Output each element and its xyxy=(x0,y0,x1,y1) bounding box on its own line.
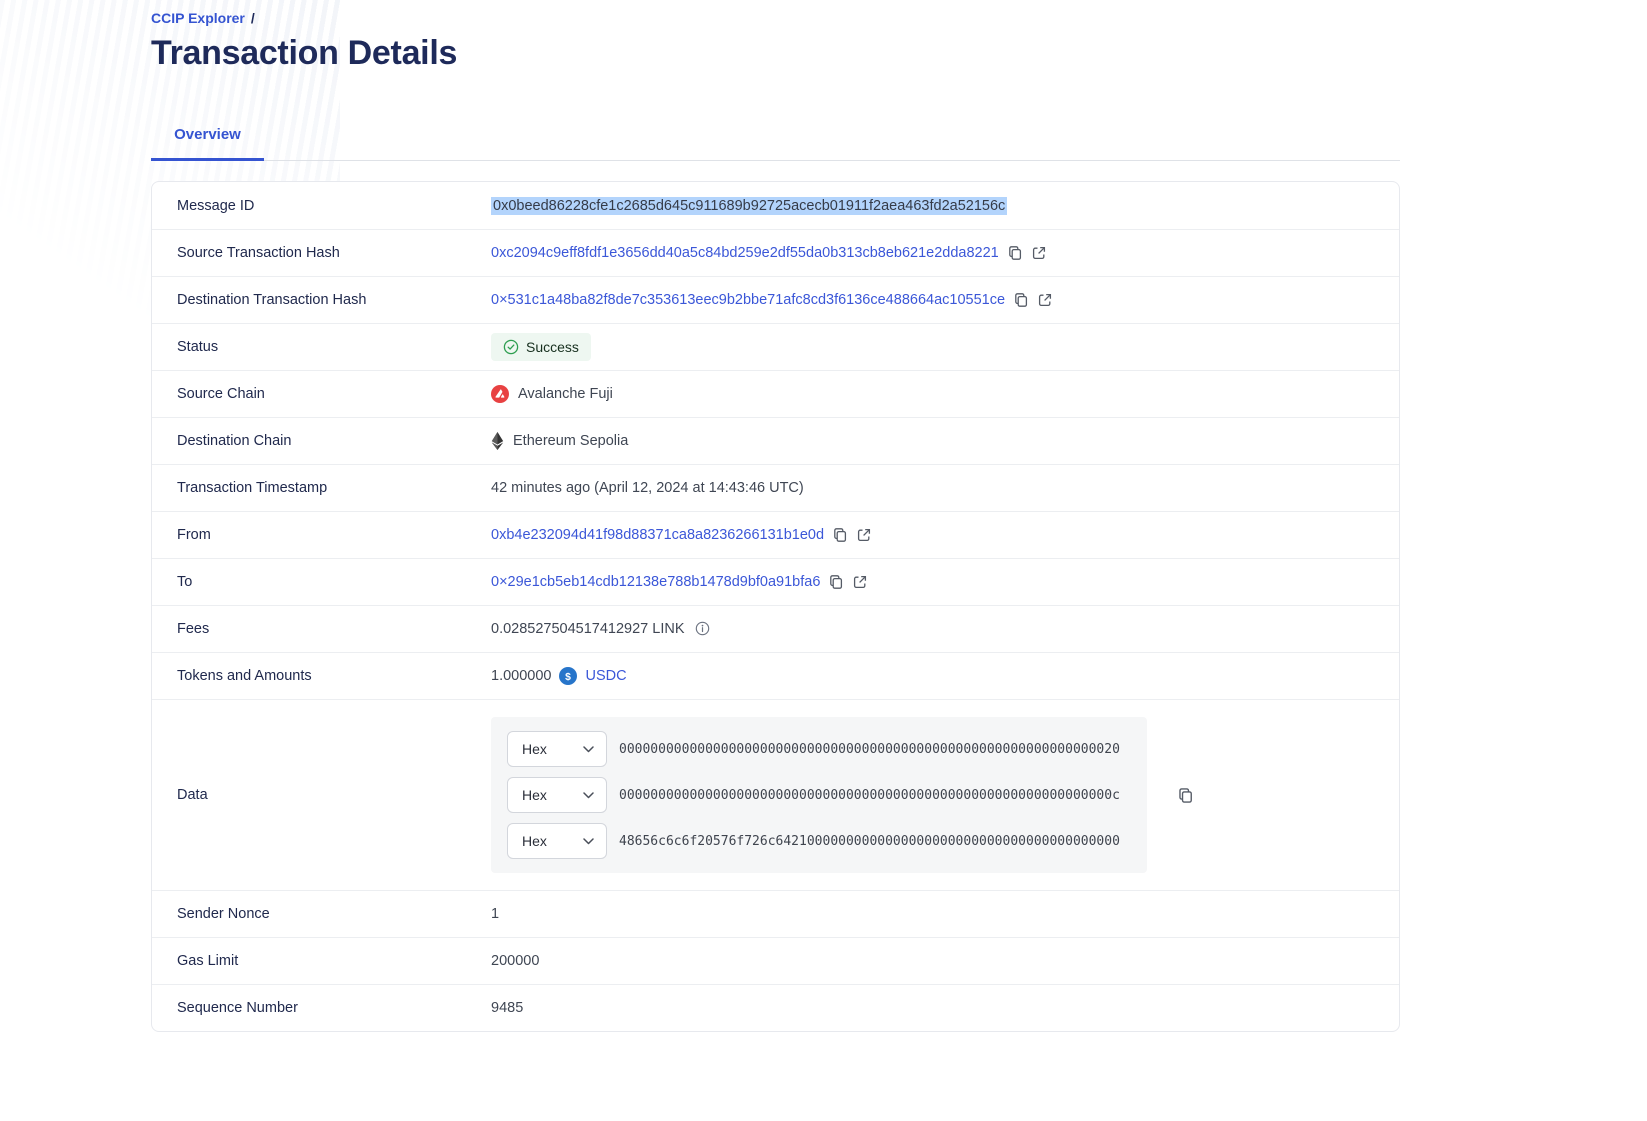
data-format-select-label: Hex xyxy=(522,787,547,803)
transaction-details-card: Message ID 0x0beed86228cfe1c2685d645c911… xyxy=(151,181,1400,1032)
table-row-tokens: Tokens and Amounts 1.000000 $ USDC xyxy=(152,652,1399,699)
data-line: Hex 48656c6c6f20576f726c6421000000000000… xyxy=(507,823,1131,859)
table-row-dest-tx-hash: Destination Transaction Hash 0×531c1a48b… xyxy=(152,276,1399,323)
copy-icon[interactable] xyxy=(1177,787,1194,804)
copy-icon[interactable] xyxy=(1007,245,1023,261)
table-row-to: To 0×29e1cb5eb14cdb12138e788b1478d9bf0a9… xyxy=(152,558,1399,605)
data-line: Hex 000000000000000000000000000000000000… xyxy=(507,731,1131,767)
sender-nonce-value: 1 xyxy=(491,906,499,922)
data-hex-panel: Hex 000000000000000000000000000000000000… xyxy=(491,717,1147,873)
data-hex-value: 0000000000000000000000000000000000000000… xyxy=(619,788,1120,803)
field-label-fees: Fees xyxy=(152,621,491,637)
copy-icon[interactable] xyxy=(828,574,844,590)
data-format-select[interactable]: Hex xyxy=(507,823,607,859)
field-label-to: To xyxy=(152,574,491,590)
avalanche-icon xyxy=(491,385,509,403)
data-hex-value: 48656c6c6f20576f726c64210000000000000000… xyxy=(619,834,1120,849)
fees-value: 0.028527504517412927 LINK xyxy=(491,621,685,637)
external-link-icon[interactable] xyxy=(1037,292,1053,308)
field-label-from: From xyxy=(152,527,491,543)
usdc-icon: $ xyxy=(559,667,577,685)
table-row-status: Status Success xyxy=(152,323,1399,370)
data-hex-value: 0000000000000000000000000000000000000000… xyxy=(619,742,1120,757)
data-format-select[interactable]: Hex xyxy=(507,777,607,813)
table-row-timestamp: Transaction Timestamp 42 minutes ago (Ap… xyxy=(152,464,1399,511)
timestamp-value: 42 minutes ago (April 12, 2024 at 14:43:… xyxy=(491,480,804,496)
svg-text:$: $ xyxy=(566,672,572,683)
chevron-down-icon xyxy=(583,746,594,753)
data-format-select-label: Hex xyxy=(522,741,547,757)
sequence-number-value: 9485 xyxy=(491,1000,523,1016)
dest-tx-hash-link[interactable]: 0×531c1a48ba82f8de7c353613eec9b2bbe71afc… xyxy=(491,292,1005,308)
token-amount: 1.000000 xyxy=(491,668,551,684)
external-link-icon[interactable] xyxy=(856,527,872,543)
table-row-data: Data Hex 0000000000000000000000000000000… xyxy=(152,699,1399,890)
field-label-sender-nonce: Sender Nonce xyxy=(152,906,491,922)
table-row-message-id: Message ID 0x0beed86228cfe1c2685d645c911… xyxy=(152,182,1399,229)
field-label-source-tx-hash: Source Transaction Hash xyxy=(152,245,491,261)
field-label-status: Status xyxy=(152,339,491,355)
table-row-sequence-number: Sequence Number 9485 xyxy=(152,984,1399,1031)
main-content: CCIP Explorer / Transaction Details Overv… xyxy=(151,0,1400,1032)
data-format-select-label: Hex xyxy=(522,833,547,849)
gas-limit-value: 200000 xyxy=(491,953,539,969)
field-label-dest-tx-hash: Destination Transaction Hash xyxy=(152,292,491,308)
copy-icon[interactable] xyxy=(1013,292,1029,308)
status-badge: Success xyxy=(491,333,591,361)
field-label-gas-limit: Gas Limit xyxy=(152,953,491,969)
info-icon[interactable] xyxy=(695,621,710,636)
copy-icon[interactable] xyxy=(832,527,848,543)
field-label-tokens: Tokens and Amounts xyxy=(152,668,491,684)
dest-chain-name: Ethereum Sepolia xyxy=(513,433,628,449)
table-row-from: From 0xb4e232094d41f98d88371ca8a82362661… xyxy=(152,511,1399,558)
breadcrumb-separator: / xyxy=(251,10,255,26)
source-tx-hash-link[interactable]: 0xc2094c9eff8fdf1e3656dd40a5c84bd259e2df… xyxy=(491,245,999,261)
table-row-gas-limit: Gas Limit 200000 xyxy=(152,937,1399,984)
page-title: Transaction Details xyxy=(151,34,1400,73)
breadcrumb-link-ccip-explorer[interactable]: CCIP Explorer xyxy=(151,10,245,26)
external-link-icon[interactable] xyxy=(1031,245,1047,261)
check-circle-icon xyxy=(503,339,519,355)
field-label-sequence-number: Sequence Number xyxy=(152,1000,491,1016)
token-symbol-link[interactable]: USDC xyxy=(585,668,626,684)
external-link-icon[interactable] xyxy=(852,574,868,590)
tab-bar: Overview xyxy=(151,117,1400,161)
table-row-dest-chain: Destination Chain Ethereum Sepolia xyxy=(152,417,1399,464)
table-row-fees: Fees 0.028527504517412927 LINK xyxy=(152,605,1399,652)
field-label-timestamp: Transaction Timestamp xyxy=(152,480,491,496)
tab-overview[interactable]: Overview xyxy=(151,117,264,161)
data-line: Hex 000000000000000000000000000000000000… xyxy=(507,777,1131,813)
field-label-dest-chain: Destination Chain xyxy=(152,433,491,449)
breadcrumb: CCIP Explorer / xyxy=(151,10,1400,26)
field-label-message-id: Message ID xyxy=(152,198,491,214)
chevron-down-icon xyxy=(583,792,594,799)
data-format-select[interactable]: Hex xyxy=(507,731,607,767)
to-address-link[interactable]: 0×29e1cb5eb14cdb12138e788b1478d9bf0a91bf… xyxy=(491,574,820,590)
chevron-down-icon xyxy=(583,838,594,845)
table-row-source-tx-hash: Source Transaction Hash 0xc2094c9eff8fdf… xyxy=(152,229,1399,276)
table-row-sender-nonce: Sender Nonce 1 xyxy=(152,890,1399,937)
ethereum-icon xyxy=(491,432,504,450)
source-chain-name: Avalanche Fuji xyxy=(518,386,613,402)
from-address-link[interactable]: 0xb4e232094d41f98d88371ca8a8236266131b1e… xyxy=(491,527,824,543)
message-id-value: 0x0beed86228cfe1c2685d645c911689b92725ac… xyxy=(491,197,1007,215)
field-label-source-chain: Source Chain xyxy=(152,386,491,402)
table-row-source-chain: Source Chain Avalanche Fuji xyxy=(152,370,1399,417)
status-badge-label: Success xyxy=(526,339,579,355)
field-label-data: Data xyxy=(152,787,491,803)
